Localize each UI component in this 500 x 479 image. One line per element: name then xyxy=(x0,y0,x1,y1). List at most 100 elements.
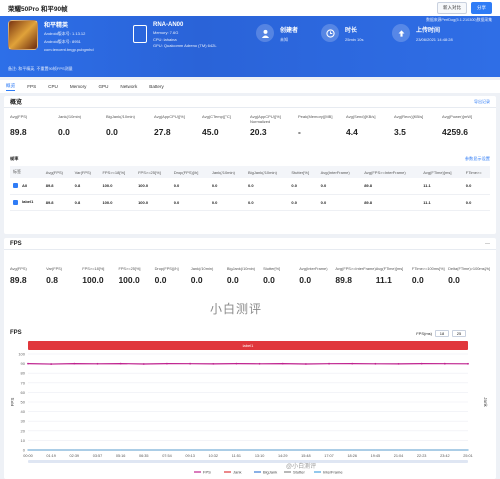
stat-duration-value: 25min 10s xyxy=(345,37,364,42)
table-cell: 100.0 xyxy=(99,194,136,211)
data-point-fps xyxy=(142,363,145,365)
watermark-text: 小白测评 xyxy=(210,302,263,316)
table-cell: 0.8 xyxy=(71,178,100,195)
y-axis-label: FPS xyxy=(10,398,15,407)
table-cell: 0.0 xyxy=(170,194,209,211)
metric-item: Avg(FTime)[ms] 11.1 xyxy=(376,266,412,285)
data-point-interframe xyxy=(351,449,353,451)
scrollbar-track xyxy=(28,460,468,463)
metric-value: 100.0 xyxy=(118,275,140,285)
metric-item: Jank(/10min) 0.0 xyxy=(191,266,227,285)
metric-label: Avg(InterFrame) xyxy=(299,266,328,271)
table-cell: 100.0 xyxy=(135,178,171,195)
x-tick-label: 09:13 xyxy=(185,454,195,458)
tab-overview[interactable]: 概览 xyxy=(6,83,16,91)
table-cell: 89.8 xyxy=(361,178,421,195)
metric-item: Avg(Send)[KB/s] 4.4 xyxy=(346,114,394,137)
col-header[interactable]: 标签 xyxy=(10,166,43,178)
col-header[interactable]: Avg(FTime)[ms] xyxy=(420,166,463,178)
fps-line-chart: 0 10 20 30 40 50 60 70 80 90 100 FPS Jank 00:00 01:19 0… xyxy=(10,352,488,475)
table-row[interactable]: label1 89.8 0.8 100.0 100.0 0.0 0.0 0.0 … xyxy=(10,194,490,211)
table-cell: 100.0 xyxy=(135,194,171,211)
col-header[interactable]: Avg(FPS) xyxy=(42,166,72,178)
fps-section-title: FPS xyxy=(10,240,22,247)
data-point-fps xyxy=(27,362,29,365)
export-link[interactable]: 导出记录 xyxy=(474,99,490,105)
table-cell: 0.0 xyxy=(245,194,289,211)
col-header[interactable]: Var(FPS) xyxy=(71,166,100,178)
metric-label: FPS>=25[%] xyxy=(118,266,141,271)
scene-label-bar[interactable]: label1 xyxy=(28,341,468,350)
frame-row: 帧率 参数显示设置 xyxy=(10,156,490,162)
fps-range-from-input[interactable]: 18 xyxy=(435,330,449,337)
col-header[interactable]: FTime>= xyxy=(462,166,490,178)
x-tick-label: 21:04 xyxy=(394,454,404,458)
col-header[interactable]: Avg(InterFrame) xyxy=(317,166,362,178)
display-settings-link[interactable]: 参数显示设置 xyxy=(465,156,490,162)
metric-label: Avg(AppCPU)[%] xyxy=(154,114,185,119)
metric-label: Stutter[%] xyxy=(263,266,281,271)
col-header[interactable]: Stutter[%] xyxy=(288,166,318,178)
collapse-icon[interactable]: — xyxy=(485,241,490,247)
banner-note: 备注: 和平精英, 不重置90帧FPS测量 xyxy=(8,66,73,71)
col-header[interactable]: Jank(/10min) xyxy=(208,166,246,178)
y-tick-label: 50 xyxy=(21,400,26,405)
metric-label: Jank(/10min) xyxy=(58,114,82,119)
data-point-fps xyxy=(281,362,284,365)
x-tick-label: 11:51 xyxy=(232,454,241,458)
stat-duration-label: 时长 xyxy=(345,28,358,34)
metric-item: Avg(AppCPU)[%] 27.8 xyxy=(154,114,202,137)
metric-value: 0.0 xyxy=(263,275,275,285)
legend-item: Stutter xyxy=(293,470,305,475)
table-row[interactable]: All 89.8 0.8 100.0 100.0 0.0 0.0 0.0 0.0… xyxy=(10,178,490,195)
metric-label: Avg(AppCPU)[%] Normalized xyxy=(250,114,281,124)
y-tick-label: 10 xyxy=(21,438,26,443)
col-header[interactable]: BigJank(/10min) xyxy=(245,166,289,178)
cell-label: label1 xyxy=(10,194,43,211)
frame-label: 帧率 xyxy=(10,156,19,161)
device-memory: Memory: 7.6G xyxy=(153,30,179,35)
fps-panel: FPS — Avg(FPS) 89.8 Var(FPS) 0.8 FPS>=18[%… xyxy=(4,238,496,479)
checkbox[interactable] xyxy=(13,199,18,205)
y-tick-label: 0 xyxy=(23,448,26,453)
table-cell: 0.0 xyxy=(208,178,246,195)
summary-metrics: Avg(FPS) 89.8 Jank(/10min) 0.0 BigJank(/10… xyxy=(10,114,490,137)
metric-item: Avg(InterFrame) 0.0 xyxy=(299,266,335,285)
fps-range-label: FPS(ms) xyxy=(416,331,432,336)
table-cell: 100.0 xyxy=(99,178,136,195)
metric-value: 89.8 xyxy=(10,127,27,137)
tab-battery[interactable]: Battery xyxy=(149,84,164,89)
checkbox[interactable] xyxy=(13,183,18,189)
metric-value: 0.8 xyxy=(46,275,58,285)
share-button[interactable]: 分享 xyxy=(471,2,492,14)
frame-table: 标签 Avg(FPS) Var(FPS) FPS>=18[%] FPS>=25[… xyxy=(10,166,490,211)
col-header[interactable]: FPS>=18[%] xyxy=(99,166,136,178)
data-point-interframe xyxy=(421,449,423,451)
metric-value: 0.0 xyxy=(154,275,167,285)
x-tick-label: 06:35 xyxy=(139,454,149,458)
tab-gpu[interactable]: GPU xyxy=(98,84,108,89)
metric-item: FPS>=25[%] 100.0 xyxy=(118,266,154,285)
y-tick-label: 80 xyxy=(21,371,26,376)
metric-item: Avg(AppCPU)[%] Normalized 20.3 xyxy=(250,114,298,137)
data-point-interframe xyxy=(305,449,307,451)
tab-network[interactable]: Network xyxy=(120,84,137,89)
data-point-interframe xyxy=(398,449,400,451)
tab-fps[interactable]: FPS xyxy=(27,84,36,89)
metric-item: FTime>=100ms[%] 0.0 xyxy=(412,266,448,285)
y2-axis-label: Jank xyxy=(483,397,488,407)
fps-range-to-input[interactable]: 25 xyxy=(452,330,466,337)
metric-value: 0.0 xyxy=(58,127,70,137)
table-cell: 0.0 xyxy=(245,178,289,195)
col-header[interactable]: Avg(FPS>=InterFrame) xyxy=(361,166,421,178)
data-point-fps xyxy=(467,362,469,365)
data-point-fps xyxy=(212,362,215,365)
compare-button[interactable]: 新入对比 xyxy=(437,2,467,14)
tab-cpu[interactable]: CPU xyxy=(48,84,58,89)
tab-memory[interactable]: Memory xyxy=(70,84,87,89)
metric-item: Avg(Power)[mW] 4259.6 xyxy=(442,114,490,137)
col-header[interactable]: FPS>=25[%] xyxy=(135,166,171,178)
info-banner: 和平精英 Android版本号: 1.13.12 Android版本号: 895… xyxy=(0,16,500,77)
col-header[interactable]: Drop(FPS)[/h] xyxy=(170,166,209,178)
metric-item: Stutter[%] 0.0 xyxy=(263,266,299,285)
